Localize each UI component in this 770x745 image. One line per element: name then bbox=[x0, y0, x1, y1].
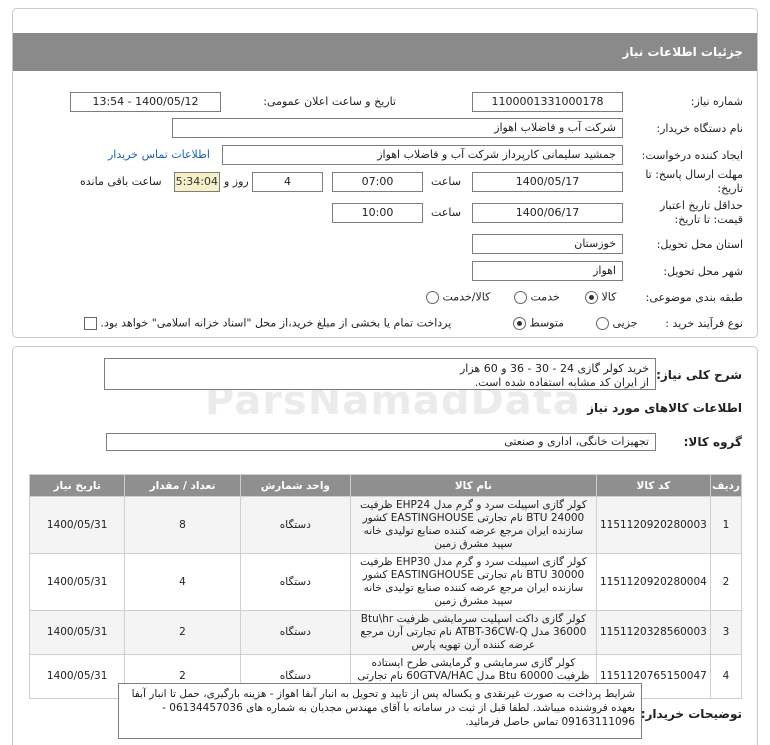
remaining-label: ساعت باقی مانده bbox=[80, 175, 162, 188]
cell-date: 1400/05/31 bbox=[28, 654, 126, 699]
cell-index: 1 bbox=[710, 496, 742, 554]
group-label: گروه کالا: bbox=[683, 435, 742, 449]
table-header-row: ردیف کد کالا نام کالا واحد شمارش تعداد /… bbox=[28, 474, 742, 497]
radio-selected-icon[interactable] bbox=[585, 290, 598, 304]
table-row[interactable]: 1 1151120920280003 کولر گازی اسپیلت سرد … bbox=[28, 496, 742, 554]
cell-date: 1400/05/31 bbox=[28, 553, 126, 611]
cell-index: 3 bbox=[710, 610, 742, 655]
days-label: روز و bbox=[224, 175, 249, 188]
category-option-service[interactable]: خدمت bbox=[514, 290, 560, 304]
description-line-1: خرید کولر گازی 24 - 30 - 36 و 60 هزار bbox=[459, 362, 649, 375]
validity-time-label: ساعت bbox=[431, 206, 461, 219]
process-option-medium[interactable]: متوسط bbox=[513, 316, 564, 330]
reply-deadline-label: مهلت ارسال پاسخ: تا bbox=[645, 168, 743, 181]
process-label: نوع فرآیند خرید : bbox=[665, 317, 743, 330]
cell-unit: دستگاه bbox=[239, 553, 352, 611]
description-box: خرید کولر گازی 24 - 30 - 36 و 60 هزار از… bbox=[104, 358, 656, 390]
city-label: شهر محل تحویل: bbox=[663, 265, 743, 278]
cell-index: 4 bbox=[710, 654, 742, 699]
goods-info-heading: اطلاعات کالاهای مورد نیاز bbox=[587, 401, 742, 415]
process-option-minor[interactable]: جزیی bbox=[596, 316, 638, 330]
radio-icon[interactable] bbox=[426, 290, 439, 304]
validity-date-field[interactable]: 1400/06/17 bbox=[472, 203, 623, 223]
cell-unit: دستگاه bbox=[239, 610, 352, 655]
table-row[interactable]: 3 1151120328560003 کولر گازی داکت اسپلیت… bbox=[28, 610, 742, 655]
cell-qty: 2 bbox=[124, 610, 241, 655]
category-option-goods[interactable]: کالا bbox=[585, 290, 616, 304]
province-label: استان محل تحویل: bbox=[656, 238, 743, 251]
province-field[interactable]: خوزستان bbox=[472, 234, 623, 254]
need-number-field[interactable]: 1100001331000178 bbox=[472, 92, 623, 112]
col-header-name: نام کالا bbox=[350, 474, 597, 497]
table-row[interactable]: 2 1151120920280004 کولر گازی اسپیلت سرد … bbox=[28, 553, 742, 611]
treasury-option[interactable]: پرداخت تمام یا بخشی از مبلغ خرید،از محل … bbox=[84, 316, 451, 330]
cell-name: کولر گازی داکت اسپلیت سرمایشی ظرفیت Btu\… bbox=[350, 610, 597, 655]
buyer-notes-box: شرایط پرداخت به صورت غیرنقدی و یکساله پس… bbox=[118, 683, 642, 739]
category-option-goods-service[interactable]: کالا/خدمت bbox=[426, 290, 490, 304]
reply-time-label: ساعت bbox=[431, 175, 461, 188]
need-number-label: شماره نیاز: bbox=[690, 95, 743, 108]
buyer-org-field[interactable]: شرکت آب و فاضلاب اهواز bbox=[172, 118, 623, 138]
buyer-org-label: نام دستگاه خریدار: bbox=[656, 122, 743, 135]
description-line-2: از ایران کد مشابه استفاده شده است. bbox=[474, 376, 649, 389]
page-title: جزئیات اطلاعات نیاز bbox=[13, 33, 757, 71]
cell-name: کولر گازی اسپیلت سرد و گرم مدل EHP24 ظرف… bbox=[350, 496, 597, 554]
cell-name: کولر گازی اسپیلت سرد و گرم مدل EHP30 ظرف… bbox=[350, 553, 597, 611]
col-header-date: تاریخ نیاز bbox=[28, 474, 126, 497]
remaining-time-field: 15:34:04 bbox=[174, 172, 220, 192]
validity-label-2: قیمت: تا تاریخ: bbox=[674, 213, 743, 226]
cell-code: 1151120328560003 bbox=[595, 610, 712, 655]
col-header-unit: واحد شمارش bbox=[239, 474, 352, 497]
radio-icon[interactable] bbox=[514, 290, 527, 304]
col-header-qty: تعداد / مقدار bbox=[124, 474, 241, 497]
col-header-code: کد کالا bbox=[595, 474, 712, 497]
announce-label: تاریخ و ساعت اعلان عمومی: bbox=[263, 95, 396, 108]
creator-field[interactable]: جمشید سلیمانی کارپرداز شرکت آب و فاضلاب … bbox=[222, 145, 623, 165]
cell-index: 2 bbox=[710, 553, 742, 611]
cell-qty: 4 bbox=[124, 553, 241, 611]
cell-date: 1400/05/31 bbox=[28, 496, 126, 554]
group-field: تجهیزات خانگی، اداری و صنعتی bbox=[106, 433, 656, 451]
category-label: طبقه بندی موضوعی: bbox=[645, 291, 743, 304]
radio-icon[interactable] bbox=[596, 316, 609, 330]
items-table: ردیف کد کالا نام کالا واحد شمارش تعداد /… bbox=[28, 474, 742, 699]
cell-qty: 8 bbox=[124, 496, 241, 554]
col-header-index: ردیف bbox=[710, 474, 742, 497]
description-label: شرح کلی نیاز: bbox=[656, 368, 742, 382]
contact-buyer-link[interactable]: اطلاعات تماس خریدار bbox=[108, 148, 210, 161]
validity-time-field[interactable]: 10:00 bbox=[332, 203, 423, 223]
creator-label: ایجاد کننده درخواست: bbox=[641, 149, 743, 162]
buyer-notes-label: توضیحات خریدار: bbox=[640, 707, 742, 721]
cell-code: 1151120920280003 bbox=[595, 496, 712, 554]
announce-field[interactable]: 1400/05/12 - 13:54 bbox=[70, 92, 221, 112]
days-field[interactable]: 4 bbox=[252, 172, 323, 192]
radio-selected-icon[interactable] bbox=[513, 316, 526, 330]
cell-date: 1400/05/31 bbox=[28, 610, 126, 655]
reply-date-field[interactable]: 1400/05/17 bbox=[472, 172, 623, 192]
checkbox-icon[interactable] bbox=[84, 316, 97, 330]
cell-code: 1151120920280004 bbox=[595, 553, 712, 611]
reply-deadline-label-2: تاریخ: bbox=[717, 182, 743, 195]
cell-unit: دستگاه bbox=[239, 496, 352, 554]
validity-label: حداقل تاریخ اعتبار bbox=[659, 199, 743, 212]
city-field[interactable]: اهواز bbox=[472, 261, 623, 281]
reply-time-field[interactable]: 07:00 bbox=[332, 172, 423, 192]
